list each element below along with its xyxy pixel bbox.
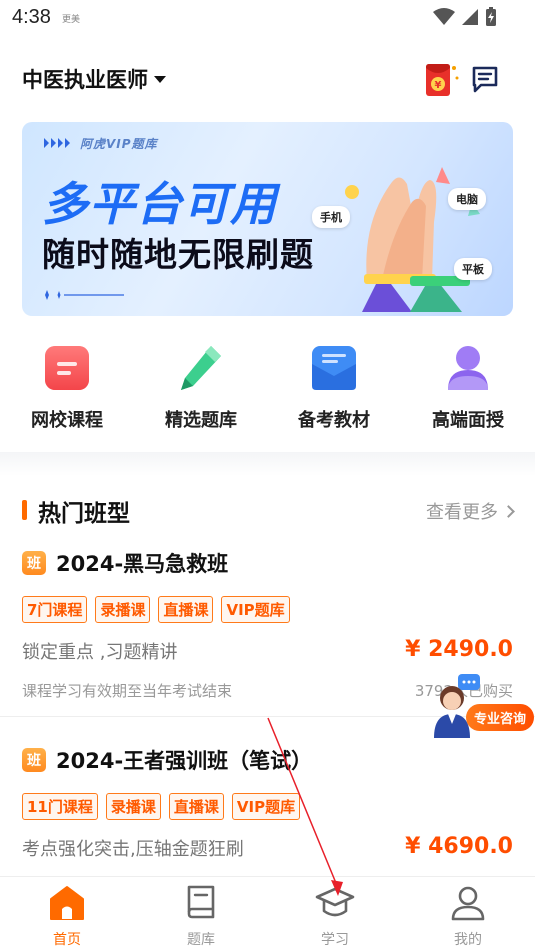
- course-name: 2024-黑马急救班: [56, 552, 229, 576]
- course-tag: 11门课程: [22, 793, 98, 820]
- course-icon: [45, 346, 89, 390]
- course-tag: 7门课程: [22, 596, 88, 623]
- course-name: 2024-王者强训班（笔试）: [56, 749, 313, 773]
- wifi-icon: [433, 8, 455, 25]
- bubble-computer: 电脑: [448, 188, 486, 210]
- signal-icon: [462, 9, 478, 25]
- course-tag: 直播课: [168, 793, 224, 820]
- teacher-icon: [448, 346, 488, 390]
- pencil-icon: [181, 346, 221, 390]
- course-tag: 录播课: [105, 793, 161, 820]
- course-tag: 直播课: [158, 596, 214, 623]
- tab-label: 我的: [454, 932, 482, 948]
- red-packet-icon[interactable]: ¥: [420, 58, 460, 100]
- course-tag: 录播课: [95, 596, 151, 623]
- course-tag: VIP题库: [221, 596, 290, 623]
- status-note: 更美: [62, 15, 81, 25]
- quicknav-label: 高端面授: [432, 410, 504, 431]
- question-bank-icon: [187, 885, 215, 919]
- book-icon: [312, 346, 356, 390]
- section-divider: [0, 452, 535, 476]
- quick-nav: 网校课程 精选题库 备考教材 高端面授: [0, 336, 535, 436]
- message-icon[interactable]: [470, 64, 500, 94]
- bubble-tablet: 平板: [454, 258, 492, 280]
- tab-study[interactable]: 学习: [268, 885, 402, 949]
- course-price: ¥ 2490.0: [405, 637, 513, 662]
- bubble-phone: 手机: [312, 206, 350, 228]
- course-price: ¥ 4690.0: [405, 834, 513, 859]
- banner-title: 多平台可用: [42, 177, 277, 231]
- profile-icon: [451, 886, 485, 921]
- course-tag: VIP题库: [231, 793, 301, 820]
- course-title: 班 2024-黑马急救班: [22, 548, 228, 578]
- red-packet-symbol: ¥: [435, 80, 442, 91]
- hot-classes-header: 热门班型 查看更多: [0, 490, 535, 530]
- consult-widget[interactable]: 专业咨询: [430, 672, 535, 740]
- quicknav-item-questions[interactable]: 精选题库: [146, 336, 256, 432]
- arrows-icon: [44, 138, 70, 148]
- exam-selector-label: 中医执业医师: [22, 68, 148, 92]
- bottom-nav: 首页 题库 学习 我的: [0, 876, 535, 951]
- status-bar: 4:38 更美: [0, 0, 535, 36]
- quicknav-item-textbooks[interactable]: 备考教材: [279, 336, 389, 432]
- tab-label: 首页: [53, 932, 81, 948]
- see-more-label: 查看更多: [426, 502, 498, 523]
- see-more-link[interactable]: 查看更多: [426, 498, 515, 524]
- tab-label: 学习: [321, 932, 349, 948]
- banner-subtitle: 随时随地无限刷题: [42, 235, 314, 274]
- high-five-illustration: [345, 167, 480, 312]
- tab-home[interactable]: 首页: [0, 885, 134, 949]
- tab-question-bank[interactable]: 题库: [134, 885, 268, 949]
- tab-profile[interactable]: 我的: [401, 885, 535, 949]
- quicknav-label: 备考教材: [298, 410, 370, 431]
- caret-down-icon: [154, 75, 166, 83]
- chevron-right-icon: [502, 504, 515, 518]
- quicknav-label: 精选题库: [165, 410, 237, 431]
- quicknav-label: 网校课程: [31, 410, 103, 431]
- promo-banner[interactable]: 阿虎VIP题库 多平台可用 随时随地无限刷题 手机 电脑 平板: [22, 122, 513, 316]
- study-cap-icon: [315, 887, 355, 917]
- section-title: 热门班型: [38, 501, 130, 527]
- banner-tag: 阿虎VIP题库: [80, 137, 158, 151]
- course-validity: 课程学习有效期至当年考试结束: [22, 682, 233, 700]
- course-card[interactable]: 班 2024-王者强训班（笔试） 11门课程 录播课 直播课 VIP题库 考点强…: [0, 745, 535, 875]
- consult-label: 专业咨询: [466, 704, 535, 731]
- header: 中医执业医师 ¥: [0, 56, 535, 104]
- section-accent-bar: [22, 500, 27, 520]
- course-title: 班 2024-王者强训班（笔试）: [22, 745, 312, 775]
- class-badge: 班: [22, 551, 46, 575]
- status-time: 4:38: [12, 6, 51, 28]
- course-desc: 锁定重点 ,习题精讲: [22, 642, 178, 663]
- course-desc: 考点强化突击,压轴金题狂刷: [22, 839, 244, 860]
- battery-icon: [486, 7, 496, 26]
- banner-decoration: [45, 290, 124, 300]
- status-icons: [433, 7, 497, 27]
- home-icon: [50, 886, 84, 920]
- class-badge: 班: [22, 748, 46, 772]
- quicknav-item-courses[interactable]: 网校课程: [12, 336, 122, 432]
- course-tags: 7门课程 录播课 直播课 VIP题库: [22, 596, 290, 623]
- tab-label: 题库: [187, 932, 215, 948]
- course-tags: 11门课程 录播课 直播课 VIP题库: [22, 793, 301, 820]
- exam-selector[interactable]: 中医执业医师: [22, 64, 166, 94]
- quicknav-item-face-to-face[interactable]: 高端面授: [413, 336, 523, 432]
